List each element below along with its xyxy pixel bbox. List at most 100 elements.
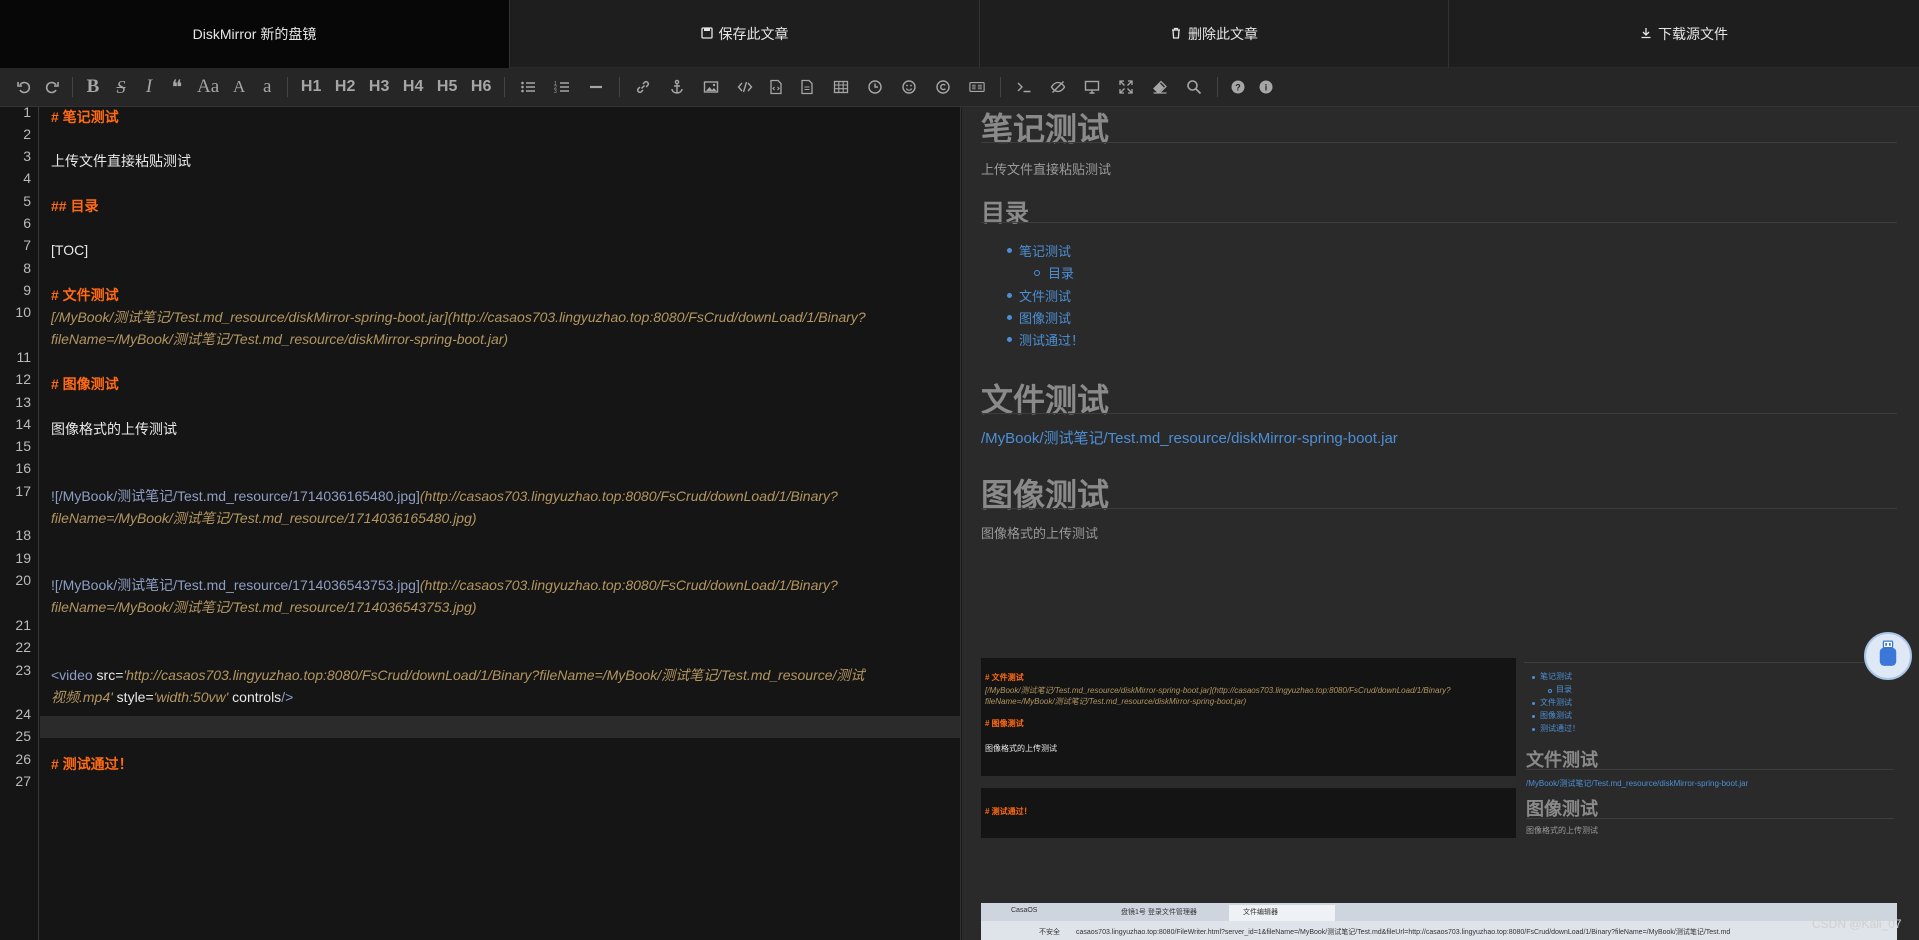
line-number: 25	[15, 728, 31, 744]
trash-icon	[1170, 26, 1182, 42]
usb-drive-icon	[1877, 640, 1899, 673]
floating-action-button[interactable]	[1864, 632, 1912, 680]
horizontal-rule-icon[interactable]	[579, 68, 613, 107]
h4-button[interactable]: H4	[396, 68, 430, 107]
markdown-preview: 笔记测试 上传文件直接粘贴测试 目录 笔记测试 目录 文件测试 图像测试 测试通…	[962, 107, 1919, 940]
eraser-icon[interactable]	[1143, 68, 1177, 107]
download-source-button[interactable]: 下载源文件	[1449, 0, 1919, 68]
toc-bullet	[1007, 337, 1012, 342]
h3-button[interactable]: H3	[362, 68, 396, 107]
line-number: 16	[15, 460, 31, 476]
preview-paragraph: 上传文件直接粘贴测试	[981, 162, 1112, 177]
img-text: # 图像测试	[985, 719, 1024, 728]
hide-preview-icon[interactable]	[1041, 68, 1075, 107]
datetime-icon[interactable]	[858, 68, 892, 107]
file-download-link[interactable]: /MyBook/测试笔记/Test.md_resource/diskMirror…	[981, 427, 1398, 448]
emoji-icon[interactable]	[892, 68, 926, 107]
delete-article-button[interactable]: 删除此文章	[980, 0, 1449, 68]
img-text: 图像测试	[1540, 711, 1572, 720]
lowercase-button[interactable]: a	[253, 68, 281, 107]
h5-button[interactable]: H5	[430, 68, 464, 107]
img-text: 不安全	[1039, 929, 1060, 936]
img-divider	[1526, 769, 1894, 770]
svg-text:3: 3	[554, 89, 557, 95]
table-icon[interactable]	[824, 68, 858, 107]
uppercase-first-button[interactable]: Aa	[191, 68, 225, 107]
code-block-icon[interactable]	[762, 68, 790, 107]
toc-bullet	[1034, 270, 1040, 276]
toolbar-divider	[619, 77, 621, 97]
terminal-icon[interactable]	[1007, 68, 1041, 107]
toc-link[interactable]: 测试通过！	[1019, 330, 1084, 349]
info-icon[interactable]: i	[1252, 68, 1280, 107]
line-number: 24	[15, 706, 31, 722]
video-style-value: 'width:50vw'	[153, 689, 229, 705]
link-icon[interactable]	[626, 68, 660, 107]
line-number: 4	[23, 170, 31, 186]
image-icon[interactable]	[694, 68, 728, 107]
preview-heading: 文件测试	[981, 382, 1110, 418]
line-number: 20	[15, 572, 31, 588]
bold-button[interactable]: B	[79, 68, 107, 107]
strikethrough-button[interactable]: S	[107, 68, 135, 107]
undo-icon[interactable]	[10, 68, 38, 107]
line-number: 9	[23, 282, 31, 298]
img-text: 测试通过！	[1540, 724, 1580, 733]
html-entities-icon[interactable]	[926, 68, 960, 107]
desktop-preview-icon[interactable]	[1075, 68, 1109, 107]
embedded-image-editor: # 文件测试 [/MyBook/测试笔记/Test.md_resource/di…	[981, 658, 1516, 838]
top-bar: DiskMirror 新的盘镜 保存此文章 删除此文章 下载源文件	[0, 0, 1919, 68]
code-line-text: 图像格式的上传测试	[51, 421, 177, 437]
image-alt: ![/MyBook/测试笔记/Test.md_resource/17140365…	[51, 577, 420, 593]
toc-link[interactable]: 图像测试	[1019, 308, 1071, 327]
toolbar-divider	[504, 77, 506, 97]
toc-link[interactable]: 笔记测试	[1019, 241, 1071, 260]
code-line-image: ![/MyBook/测试笔记/Test.md_resource/17140365…	[51, 574, 838, 596]
img-bullet	[1532, 715, 1535, 718]
line-number: 22	[15, 639, 31, 655]
img-text: casaos703.lingyuzhao.top:8080/FileWriter…	[1076, 929, 1731, 936]
anchor-icon[interactable]	[660, 68, 694, 107]
italic-button[interactable]: I	[135, 68, 163, 107]
line-number: 17	[15, 483, 31, 499]
embedded-image-preview: 笔记测试 目录 文件测试 图像测试 测试通过！ 文件测试 /MyBook/测试笔…	[1516, 658, 1897, 838]
editor-toolbar: B S I ❝ Aa A a H1 H2 H3 H4 H5 H6 123 ? i	[0, 68, 1919, 107]
img-tabstrip	[981, 903, 1897, 921]
help-icon[interactable]: ?	[1224, 68, 1252, 107]
line-number-gutter: 1 2 3 4 5 6 7 8 9 10 11 12 13 14 15 16 1…	[0, 104, 39, 940]
markdown-editor[interactable]: 1 2 3 4 5 6 7 8 9 10 11 12 13 14 15 16 1…	[0, 104, 961, 940]
fullscreen-icon[interactable]	[1109, 68, 1143, 107]
inline-code-icon[interactable]	[728, 68, 762, 107]
code-line-image-cont: fileName=/MyBook/测试笔记/Test.md_resource/1…	[51, 510, 477, 526]
ordered-list-icon[interactable]: 123	[545, 68, 579, 107]
img-bullet	[1532, 676, 1535, 679]
pagebreak-icon[interactable]	[960, 68, 994, 107]
heading-underline	[981, 222, 1897, 223]
line-number: 18	[15, 527, 31, 543]
toc-link[interactable]: 文件测试	[1019, 286, 1071, 305]
unordered-list-icon[interactable]	[511, 68, 545, 107]
uppercase-button[interactable]: A	[225, 68, 253, 107]
preview-heading: 图像测试	[981, 477, 1110, 513]
line-number: 6	[23, 215, 31, 231]
quote-button[interactable]: ❝	[163, 68, 191, 107]
search-icon[interactable]	[1177, 68, 1211, 107]
h1-button[interactable]: H1	[294, 68, 328, 107]
image-url: (http://casaos703.lingyuzhao.top:8080/Fs…	[419, 488, 838, 504]
h6-button[interactable]: H6	[464, 68, 498, 107]
brand-title[interactable]: DiskMirror 新的盘镜	[0, 0, 510, 68]
toc-link[interactable]: 目录	[1048, 263, 1074, 282]
line-number: 23	[15, 662, 31, 678]
floppy-icon	[700, 26, 713, 42]
save-article-button[interactable]: 保存此文章	[510, 0, 980, 68]
h2-button[interactable]: H2	[328, 68, 362, 107]
code-line-heading: # 测试通过！	[51, 756, 133, 772]
video-tag-close: />	[281, 689, 294, 705]
line-number: 5	[23, 193, 31, 209]
svg-text:i: i	[1265, 83, 1268, 93]
img-active-line	[981, 776, 1516, 788]
redo-icon[interactable]	[38, 68, 66, 107]
img-bullet	[1548, 689, 1552, 693]
preformatted-text-icon[interactable]	[790, 68, 824, 107]
download-icon	[1640, 26, 1652, 42]
